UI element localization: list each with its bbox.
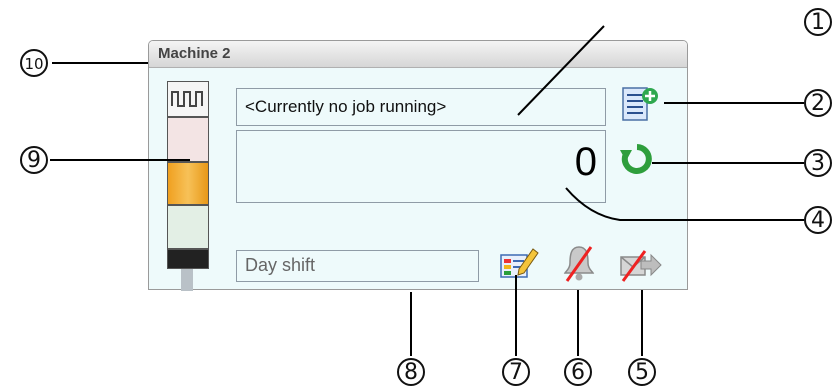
counter-value: 0 — [574, 140, 597, 184]
callout-3: 3 — [804, 149, 832, 177]
callout-1: 1 — [804, 8, 832, 36]
job-status-field[interactable]: <Currently no job running> — [236, 88, 606, 126]
edit-shift-icon[interactable] — [499, 245, 539, 286]
signal-tower-top — [167, 81, 209, 117]
light-red — [167, 117, 209, 162]
light-green — [167, 205, 209, 249]
mail-forward-disabled-icon[interactable] — [619, 249, 663, 288]
callout-10: 10 — [20, 49, 48, 77]
callout-8: 8 — [397, 358, 425, 386]
callout-2: 2 — [804, 89, 832, 117]
machine-panel: Machine 2 <Currently no job running> 0 D… — [148, 40, 688, 291]
pulse-icon — [171, 91, 203, 107]
alarm-bell-disabled-icon[interactable] — [561, 243, 597, 288]
shift-field[interactable]: Day shift — [236, 250, 479, 282]
light-orange — [167, 162, 209, 205]
job-list-add-icon[interactable] — [619, 84, 663, 131]
panel-titlebar: Machine 2 — [149, 41, 687, 68]
callout-4: 4 — [804, 206, 832, 234]
counter-field: 0 — [236, 130, 606, 203]
signal-tower — [167, 81, 209, 291]
callout-5: 5 — [628, 358, 656, 386]
callout-9: 9 — [20, 146, 48, 174]
callout-7: 7 — [502, 358, 530, 386]
reset-counter-icon[interactable] — [619, 141, 655, 182]
panel-title: Machine 2 — [158, 45, 231, 62]
signal-tower-pole — [181, 269, 193, 291]
callout-6: 6 — [564, 358, 592, 386]
signal-tower-base — [167, 249, 209, 269]
